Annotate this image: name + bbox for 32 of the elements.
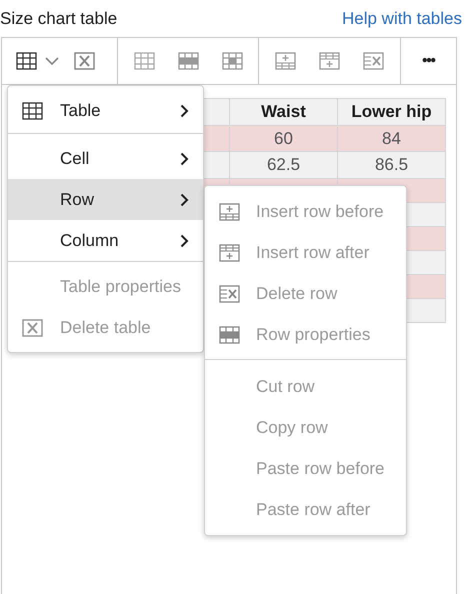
chevron-down-icon <box>45 56 59 66</box>
menu-item[interactable]: Table <box>8 90 203 131</box>
field-label: Size chart table <box>0 8 118 30</box>
row-properties-icon <box>178 52 198 70</box>
column-header: Waist <box>230 98 338 125</box>
delete-table-icon <box>74 52 94 70</box>
insert-row-below-icon <box>219 244 240 262</box>
table-cell: 62.5 <box>266 155 300 174</box>
row-properties-icon <box>219 326 240 344</box>
cell-properties-icon <box>222 52 242 70</box>
table-icon <box>16 52 37 70</box>
chevron-right-icon <box>180 192 189 206</box>
insert-row-above-icon <box>219 202 240 220</box>
table-grid-icon <box>134 52 154 70</box>
insert-row-below-icon <box>318 52 340 70</box>
more-button[interactable]: ••• <box>416 50 441 72</box>
menu-item[interactable]: Row <box>8 179 203 220</box>
chevron-right-icon <box>180 152 189 166</box>
table-cell: 60 <box>274 128 293 148</box>
menu-item[interactable]: Cell <box>8 138 203 179</box>
column-header: Lower hip <box>338 98 446 125</box>
insert-row-above-icon <box>274 52 296 70</box>
table-icon <box>22 102 43 120</box>
table-cell: 84 <box>382 128 401 148</box>
delete-row-icon <box>363 52 384 70</box>
delete-row-icon <box>219 284 240 302</box>
chevron-right-icon <box>180 234 189 248</box>
table-cell: 86.5 <box>374 155 408 174</box>
menu-item[interactable]: Column <box>8 220 203 261</box>
delete-table-icon <box>22 318 43 336</box>
help-link[interactable]: Help with tables <box>342 6 462 32</box>
chevron-right-icon <box>180 104 189 118</box>
